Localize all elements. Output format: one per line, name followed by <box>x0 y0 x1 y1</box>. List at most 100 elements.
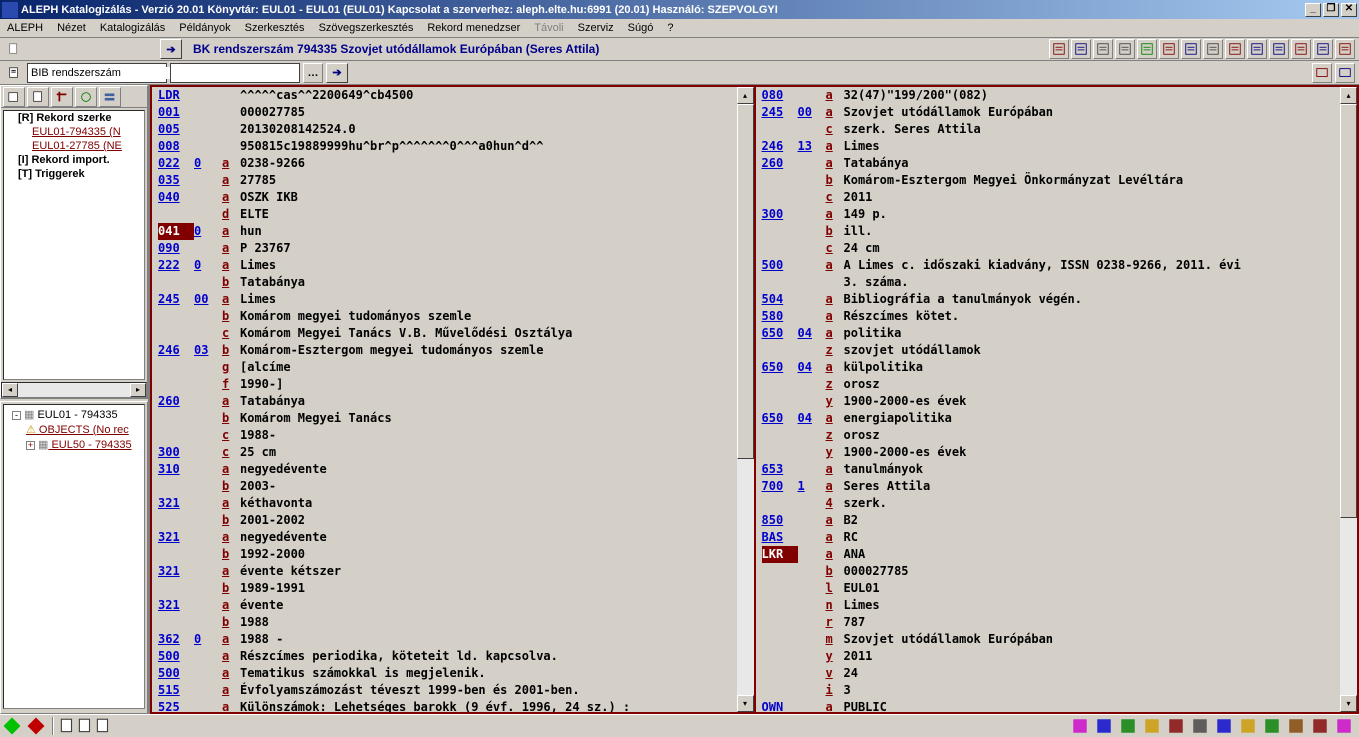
menu-katalogizálás[interactable]: Katalogizálás <box>93 20 172 36</box>
marc-field-row[interactable]: c2011 <box>756 189 1341 206</box>
marc-field-row[interactable]: LDR^^^^^cas^^2200649^cb4500 <box>152 87 737 104</box>
marc-field-row[interactable]: nLimes <box>756 597 1341 614</box>
scroll-up-icon[interactable]: ▴ <box>737 87 754 104</box>
marc-field-row[interactable]: 525aKülönszámok: Lehetséges barokk (9 év… <box>152 699 737 712</box>
marc-field-row[interactable]: 4szerk. <box>756 495 1341 512</box>
status-icon-7[interactable] <box>1239 717 1257 735</box>
marc-field-row[interactable]: 300c25 cm <box>152 444 737 461</box>
marc-field-row[interactable]: c24 cm <box>756 240 1341 257</box>
status-icon-6[interactable] <box>1215 717 1233 735</box>
holdings-item[interactable]: +▦ EUL50 - 794335 <box>6 437 26 452</box>
status-icon-3[interactable] <box>1143 717 1161 735</box>
toolbar-icon-7[interactable] <box>1203 39 1223 59</box>
toolbar-icon-6[interactable] <box>1181 39 1201 59</box>
marc-field-row[interactable]: 65004apolitika <box>756 325 1341 342</box>
index-combo-input[interactable] <box>28 67 176 79</box>
marc-field-row[interactable]: 3. száma. <box>756 274 1341 291</box>
marc-field-row[interactable]: 321anegyedévente <box>152 529 737 546</box>
marc-field-row[interactable]: mSzovjet utódállamok Európában <box>756 631 1341 648</box>
toolbar-icon-3[interactable] <box>1115 39 1135 59</box>
toolbar-icon-4[interactable] <box>1137 39 1157 59</box>
scroll-left-icon[interactable]: ◂ <box>2 383 18 397</box>
marc-field-row[interactable]: 321aévente kétszer <box>152 563 737 580</box>
menu-példányok[interactable]: Példányok <box>172 20 237 36</box>
status-icon-0[interactable] <box>1071 717 1089 735</box>
marc-field-row[interactable]: c1988- <box>152 427 737 444</box>
toolbar-icon-1[interactable] <box>1071 39 1091 59</box>
tree-item[interactable]: EUL01-27785 (NE <box>4 139 34 153</box>
marc-field-row[interactable]: f1990-] <box>152 376 737 393</box>
tree-hscrollbar[interactable]: ◂ ▸ <box>1 382 147 398</box>
status-icon-10[interactable] <box>1311 717 1329 735</box>
tb2-icon-2[interactable] <box>1335 63 1355 83</box>
marc-field-row[interactable]: 090aP 23767 <box>152 240 737 257</box>
marc-field-row[interactable]: dELTE <box>152 206 737 223</box>
marc-field-row[interactable]: lEUL01 <box>756 580 1341 597</box>
restore-button[interactable]: ❐ <box>1323 3 1339 17</box>
index-combobox[interactable]: ▾ <box>27 63 167 83</box>
marc-field-row[interactable]: b000027785 <box>756 563 1341 580</box>
status-icon-2[interactable] <box>1119 717 1137 735</box>
marc-field-row[interactable]: 008950815c19889999hu^br^p^^^^^^^0^^^a0hu… <box>152 138 737 155</box>
marc-field-row[interactable]: zorosz <box>756 376 1341 393</box>
scroll-down-icon[interactable]: ▾ <box>737 695 754 712</box>
minimize-button[interactable]: _ <box>1305 3 1321 17</box>
marc-field-row[interactable]: b1988 <box>152 614 737 631</box>
marc-field-row[interactable]: 504aBibliográfia a tanulmányok végén. <box>756 291 1341 308</box>
marc-field-row[interactable]: 65004aenergiapolitika <box>756 410 1341 427</box>
marc-field-row[interactable]: 653atanulmányok <box>756 461 1341 478</box>
toolbar-icon-8[interactable] <box>1225 39 1245 59</box>
toolbar-icon-11[interactable] <box>1291 39 1311 59</box>
marc-field-row[interactable]: zorosz <box>756 427 1341 444</box>
marc-field-row[interactable]: 080a32(47)"199/200"(082) <box>756 87 1341 104</box>
marc-field-row[interactable]: 040aOSZK IKB <box>152 189 737 206</box>
menu-távoli[interactable]: Távoli <box>527 20 570 36</box>
holdings-tree[interactable]: -▦ EUL01 - 794335⚠ OBJECTS (No rec+▦ EUL… <box>3 404 145 710</box>
menu-aleph[interactable]: ALEPH <box>0 20 50 36</box>
marc-field-row[interactable]: 850aB2 <box>756 512 1341 529</box>
marc-field-row[interactable]: b2003- <box>152 478 737 495</box>
record-tree[interactable]: [R] Rekord szerkeEUL01-794335 (NEUL01-27… <box>3 110 145 380</box>
menu-szerviz[interactable]: Szerviz <box>571 20 621 36</box>
marc-field-row[interactable]: 321akéthavonta <box>152 495 737 512</box>
marc-field-row[interactable]: cszerk. Seres Attila <box>756 121 1341 138</box>
status-icon-9[interactable] <box>1287 717 1305 735</box>
left-vscrollbar[interactable]: ▴ ▾ <box>737 87 754 712</box>
tab-icon-5[interactable] <box>99 87 121 107</box>
status-icon-8[interactable] <box>1263 717 1281 735</box>
toolbar-icon-10[interactable] <box>1269 39 1289 59</box>
marc-field-row[interactable]: cKomárom Megyei Tanács V.B. Művelődési O… <box>152 325 737 342</box>
marc-field-row[interactable]: LKRaANA <box>756 546 1341 563</box>
ellipsis-button[interactable]: … <box>303 63 323 83</box>
right-vscrollbar[interactable]: ▴ ▾ <box>1340 87 1357 712</box>
marc-field-row[interactable]: 580aRészcímes kötet. <box>756 308 1341 325</box>
menu-rekord menedzser[interactable]: Rekord menedzser <box>420 20 527 36</box>
marc-field-row[interactable]: 321aévente <box>152 597 737 614</box>
status-icon-5[interactable] <box>1191 717 1209 735</box>
menu-súgó[interactable]: Súgó <box>621 20 661 36</box>
marc-field-row[interactable]: bill. <box>756 223 1341 240</box>
holdings-item[interactable]: -▦ EUL01 - 794335 <box>6 407 142 422</box>
toolbar-icon-5[interactable] <box>1159 39 1179 59</box>
toolbar-icon-13[interactable] <box>1335 39 1355 59</box>
go-button[interactable]: ➔ <box>160 39 182 59</box>
marc-field-row[interactable]: bKomárom-Esztergom Megyei Önkormányzat L… <box>756 172 1341 189</box>
marc-field-row[interactable]: 24500aSzovjet utódállamok Európában <box>756 104 1341 121</box>
marc-field-row[interactable]: 2220aLimes <box>152 257 737 274</box>
tree-item[interactable]: [T] Triggerek <box>4 167 144 181</box>
marc-field-row[interactable]: y1900-2000-es évek <box>756 393 1341 410</box>
toolbar-icon-9[interactable] <box>1247 39 1267 59</box>
marc-field-row[interactable]: 7001aSeres Attila <box>756 478 1341 495</box>
marc-field-row[interactable]: 035a27785 <box>152 172 737 189</box>
marc-field-row[interactable]: 0410ahun <box>152 223 737 240</box>
menu-szövegszerkesztés[interactable]: Szövegszerkesztés <box>312 20 421 36</box>
search-input[interactable] <box>170 63 300 83</box>
scroll-up-icon[interactable]: ▴ <box>1340 87 1357 104</box>
tree-item[interactable]: [R] Rekord szerke <box>4 111 144 125</box>
search-go-button[interactable]: ➔ <box>326 63 348 83</box>
marc-field-row[interactable]: v24 <box>756 665 1341 682</box>
marc-column-right[interactable]: 080a32(47)"199/200"(082)24500aSzovjet ut… <box>755 85 1359 714</box>
tab-icon-4[interactable] <box>75 87 97 107</box>
tree-item[interactable]: EUL01-794335 (N <box>4 125 34 139</box>
marc-field-row[interactable]: 260aTatabánya <box>152 393 737 410</box>
